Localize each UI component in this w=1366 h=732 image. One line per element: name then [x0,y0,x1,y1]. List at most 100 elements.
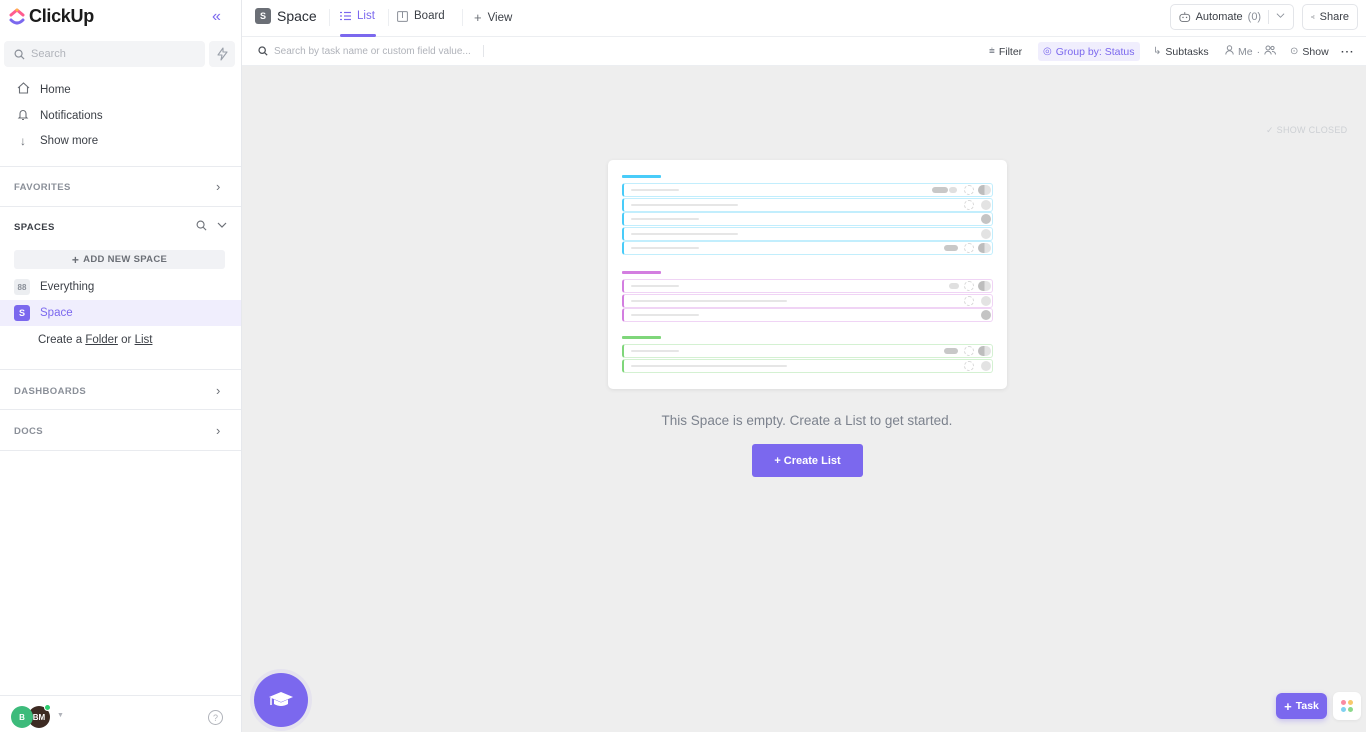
me-filter-button[interactable]: Me · [1220,42,1281,61]
placeholder-assignee [964,346,974,356]
graduation-cap-icon [269,692,293,706]
app-dot [1341,700,1346,705]
spaces-header: SPACES [14,222,55,233]
double-chevron-left-icon: « [212,8,221,25]
placeholder-avatars [978,346,991,356]
automate-label: Automate [1195,11,1243,23]
filter-icon: ⩧ [989,46,995,57]
subtasks-icon: ↳ [1153,46,1162,57]
search-icon [14,49,25,60]
share-button[interactable]: Share [1302,4,1358,30]
divider [0,166,241,167]
placeholder-assignee [964,295,974,306]
placeholder-avatar [981,214,991,225]
divider [0,695,241,696]
chevron-right-icon[interactable]: › [216,179,220,194]
filter-button[interactable]: ⩧ Filter [984,42,1027,61]
chevron-down-icon[interactable] [1276,11,1285,23]
everything-grid-icon: 88 [14,279,30,295]
user-avatar[interactable]: B [11,706,33,728]
search-placeholder: Search [31,48,66,60]
placeholder-task-row [622,279,993,293]
sidebar-item-everything[interactable]: 88 Everything [0,274,241,300]
check-icon: ✓ [1266,125,1274,135]
app-name: ClickUp [29,6,94,26]
eye-icon: ⊙ [1290,46,1299,57]
sidebar-item-space[interactable]: S Space [0,300,241,326]
placeholder-avatars [978,281,991,291]
more-options-icon[interactable]: ··· [1336,42,1360,61]
space-title[interactable]: S Space [255,8,317,24]
tab-board[interactable]: Board [397,10,445,22]
placeholder-pill [932,187,948,193]
space-avatar: S [14,305,30,321]
placeholder-assignee [964,199,974,210]
dashboards-header[interactable]: DASHBOARDS [14,386,86,397]
plus-icon: + [1284,698,1292,714]
bell-icon [16,108,30,124]
help-icon[interactable]: ? [208,710,223,725]
group-color-bar [622,271,661,274]
placeholder-task-row [622,197,993,212]
lightning-icon [216,47,228,61]
group-by-button[interactable]: ◎ Group by: Status [1038,42,1140,61]
add-new-space-button[interactable]: + ADD NEW SPACE [14,250,225,269]
placeholder-avatar [981,310,991,321]
divider [462,9,463,26]
create-list-button[interactable]: + Create List [752,444,863,477]
chevron-right-icon[interactable]: › [216,383,220,398]
me-label: Me [1238,45,1253,58]
placeholder-line [631,247,699,250]
show-closed-toggle[interactable]: ✓ SHOW CLOSED [1266,125,1347,136]
sidebar-item-notifications[interactable]: Notifications [16,108,103,124]
space-label: Space [40,307,73,319]
task-search-input[interactable]: Search by task name or custom field valu… [258,45,484,57]
create-folder-link[interactable]: Folder [85,334,118,346]
placeholder-task-row [622,308,993,323]
divider [1268,10,1269,24]
search-icon [258,46,268,56]
divider [482,45,484,57]
filter-label: Filter [998,45,1023,58]
learning-center-button[interactable] [254,673,308,727]
chevron-down-icon[interactable] [217,220,227,234]
app-dot [1348,707,1353,712]
sidebar-search-input[interactable]: Search [4,41,205,67]
apps-launcher-icon[interactable] [1333,692,1361,720]
subtasks-button[interactable]: ↳ Subtasks [1148,42,1214,61]
add-view-button[interactable]: + View [474,10,512,25]
tab-list[interactable]: List [340,10,375,22]
app-dot [1348,700,1353,705]
clickup-logo[interactable]: ClickUp [9,6,94,27]
sidebar-item-home[interactable]: Home [16,82,71,97]
placeholder-line [631,364,787,367]
share-icon [1311,15,1315,19]
board-icon [397,10,408,22]
divider [0,409,241,410]
users-icon[interactable] [1264,45,1277,58]
arrow-down-icon: ↓ [20,134,26,148]
placeholder-line [631,232,738,235]
empty-space-illustration [608,160,1007,389]
show-button[interactable]: ⊙ Show [1285,42,1334,61]
placeholder-assignee [964,243,974,254]
placeholder-task-row [622,293,993,308]
divider [0,369,241,370]
collapse-sidebar-button[interactable]: « [212,8,221,26]
list-toolbar: Search by task name or custom field valu… [242,37,1366,66]
automate-button[interactable]: Automate (0) [1170,4,1294,30]
search-spaces-icon[interactable] [196,220,207,234]
favorites-header[interactable]: FAVORITES [14,182,71,193]
space-avatar: S [255,8,271,24]
placeholder-line [631,189,679,191]
home-icon [16,82,30,97]
command-center-button[interactable] [209,41,235,67]
hint-text: or [121,334,132,346]
sidebar-item-show-more[interactable]: ↓ Show more [16,134,98,148]
placeholder-pill [949,283,959,289]
create-list-link[interactable]: List [135,334,153,346]
clickup-logo-icon [9,8,25,24]
caret-down-icon[interactable]: ▼ [57,712,64,719]
placeholder-task-row [622,344,993,358]
new-task-button[interactable]: + Task [1276,693,1327,719]
